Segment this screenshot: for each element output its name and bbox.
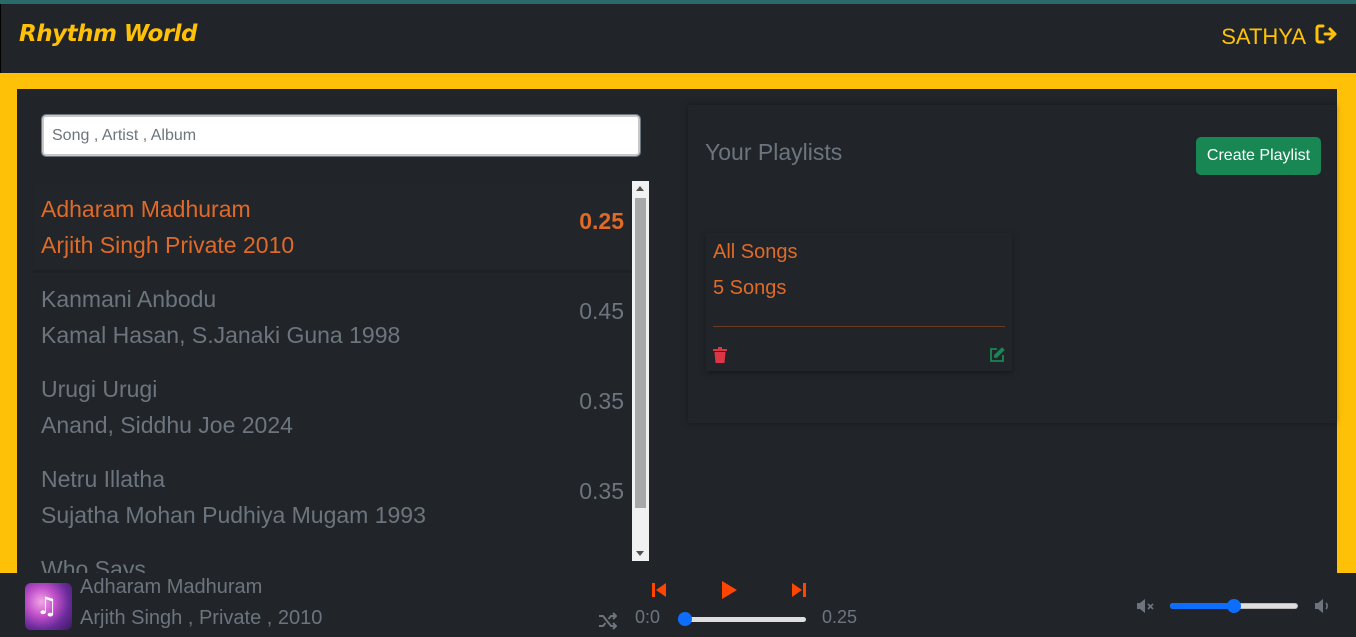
song-item-urugi-urugi[interactable]: Urugi Urugi Anand, Siddhu Joe 2024 0.35: [33, 363, 631, 453]
navbar: Rhythm World SATHYA: [0, 4, 1356, 73]
playlist-name[interactable]: All Songs: [713, 241, 798, 264]
song-title: Adharam Madhuram: [41, 196, 251, 222]
song-title: Urugi Urugi: [41, 376, 158, 402]
album-art: ♫: [25, 583, 72, 630]
edit-icon[interactable]: [989, 347, 1005, 363]
song-list[interactable]: Adharam Madhuram Arjith Singh Private 20…: [33, 183, 631, 573]
song-subtitle: Arjith Singh Private 2010: [41, 232, 295, 258]
song-subtitle: Anand, Siddhu Joe 2024: [41, 412, 293, 438]
total-time: 0.25: [822, 607, 858, 627]
song-item-netru-illatha[interactable]: Netru Illatha Sujatha Mohan Pudhiya Muga…: [33, 453, 631, 543]
trash-icon[interactable]: [713, 347, 727, 363]
next-icon[interactable]: [791, 582, 807, 598]
now-playing-subtitle: Arjith Singh , Private , 2010: [80, 607, 323, 629]
progress-track: [678, 617, 806, 622]
user-menu[interactable]: SATHYA: [1221, 22, 1338, 52]
volume-slider[interactable]: [1170, 599, 1298, 613]
brand-logo[interactable]: Rhythm World: [19, 21, 198, 47]
username: SATHYA: [1221, 24, 1306, 49]
playlists-heading: Your Playlists: [705, 139, 843, 165]
prev-icon[interactable]: [651, 582, 667, 598]
current-time: 0:0: [635, 607, 661, 627]
song-title: Netru Illatha: [41, 466, 166, 492]
song-title: Who Says: [41, 556, 146, 573]
create-playlist-button[interactable]: Create Playlist: [1196, 137, 1321, 175]
song-duration: 0.35: [579, 388, 624, 414]
progress-knob[interactable]: [678, 612, 692, 626]
song-subtitle: Kamal Hasan, S.Janaki Guna 1998: [41, 322, 401, 348]
scroll-up-icon[interactable]: [636, 186, 644, 191]
music-note-icon: ♫: [36, 592, 58, 620]
mute-icon[interactable]: [1136, 598, 1156, 614]
song-item-who-says[interactable]: Who Says: [33, 543, 631, 573]
card-divider: [713, 326, 1005, 327]
song-duration: 0.45: [579, 298, 624, 324]
song-item-kanmani-anbodu[interactable]: Kanmani Anbodu Kamal Hasan, S.Janaki Gun…: [33, 273, 631, 363]
song-duration: 0.35: [579, 478, 624, 504]
volume-knob[interactable]: [1227, 599, 1241, 613]
play-icon[interactable]: [720, 580, 738, 600]
scrollbar-thumb[interactable]: [635, 198, 646, 508]
search-input[interactable]: [41, 114, 641, 157]
song-item-adharam-madhuram[interactable]: Adharam Madhuram Arjith Singh Private 20…: [33, 183, 631, 273]
volume-icon[interactable]: [1314, 598, 1332, 614]
now-playing-title: Adharam Madhuram: [80, 576, 263, 598]
scroll-down-icon[interactable]: [636, 551, 644, 556]
volume-fill: [1170, 603, 1234, 609]
sign-out-icon[interactable]: [1314, 22, 1338, 52]
playlist-card[interactable]: All Songs 5 Songs: [706, 233, 1012, 371]
song-duration: 0.25: [579, 208, 624, 234]
song-subtitle: Sujatha Mohan Pudhiya Mugam 1993: [41, 502, 426, 528]
progress-slider[interactable]: [678, 612, 806, 626]
shuffle-icon[interactable]: [598, 612, 618, 630]
playlist-count: 5 Songs: [713, 277, 787, 299]
song-list-scrollbar[interactable]: [632, 181, 649, 561]
song-title: Kanmani Anbodu: [41, 286, 217, 312]
